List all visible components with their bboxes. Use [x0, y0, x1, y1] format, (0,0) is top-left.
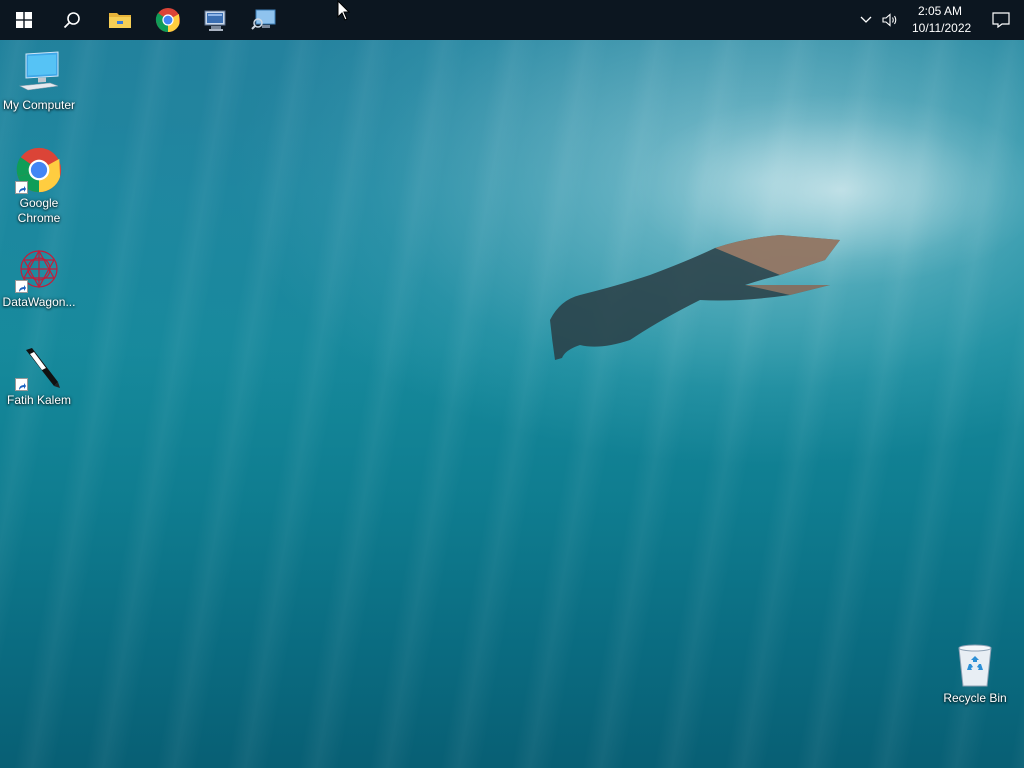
search-icon — [63, 12, 80, 29]
network-computer-icon — [204, 10, 226, 31]
desktop-icon-my-computer[interactable]: My Computer — [0, 48, 78, 113]
chrome-icon — [155, 8, 180, 32]
monitor-search-icon — [251, 9, 276, 30]
taskbar-google-chrome[interactable] — [144, 0, 192, 40]
volume-button[interactable] — [878, 0, 902, 40]
taskbar-clock[interactable]: 2:05 AM 10/11/2022 — [902, 3, 978, 37]
desktop-icon-google-chrome[interactable]: Google Chrome — [0, 146, 78, 226]
taskbar-remote-desktop[interactable] — [240, 0, 288, 40]
windows-logo-icon — [16, 12, 32, 28]
taskbar-file-explorer[interactable] — [96, 0, 144, 40]
desktop-icon-label: Google Chrome — [17, 196, 61, 225]
desktop-icon-label: DataWagon... — [2, 295, 76, 309]
pen-icon — [15, 343, 63, 391]
shortcut-arrow-icon — [15, 280, 28, 293]
chevron-up-icon — [860, 16, 872, 23]
start-button[interactable] — [0, 0, 48, 40]
desktop-icon-label: Recycle Bin — [943, 691, 1007, 705]
system-tray: 2:05 AM 10/11/2022 — [854, 0, 1024, 40]
action-center-icon — [992, 12, 1010, 28]
recycle-bin-icon — [951, 641, 999, 689]
computer-icon — [15, 48, 63, 96]
desktop-icon-recycle-bin[interactable]: Recycle Bin — [936, 641, 1014, 706]
taskbar: 2:05 AM 10/11/2022 — [0, 0, 1024, 40]
desktop-icon-fatih-kalem[interactable]: Fatih Kalem — [0, 343, 78, 408]
clock-date: 10/11/2022 — [912, 21, 972, 35]
action-center-button[interactable] — [978, 0, 1024, 40]
taskbar-network-connections[interactable] — [192, 0, 240, 40]
search-button[interactable] — [48, 0, 96, 40]
folder-icon — [109, 13, 131, 28]
desktop-icon-label: My Computer — [2, 98, 76, 112]
mouse-cursor-icon — [337, 0, 351, 21]
chrome-icon — [15, 146, 63, 194]
wallpaper-light-rays — [0, 40, 1024, 768]
desktop-icon-label: Fatih Kalem — [6, 393, 72, 407]
shortcut-arrow-icon — [15, 378, 28, 391]
datawagon-icon — [15, 245, 63, 293]
shortcut-arrow-icon — [15, 181, 28, 194]
tray-overflow-button[interactable] — [854, 0, 878, 40]
wallpaper-diver — [550, 235, 840, 360]
desktop-icon-datawagon[interactable]: DataWagon... — [0, 245, 78, 310]
clock-time: 2:05 AM — [917, 4, 963, 18]
speaker-icon — [882, 13, 897, 27]
